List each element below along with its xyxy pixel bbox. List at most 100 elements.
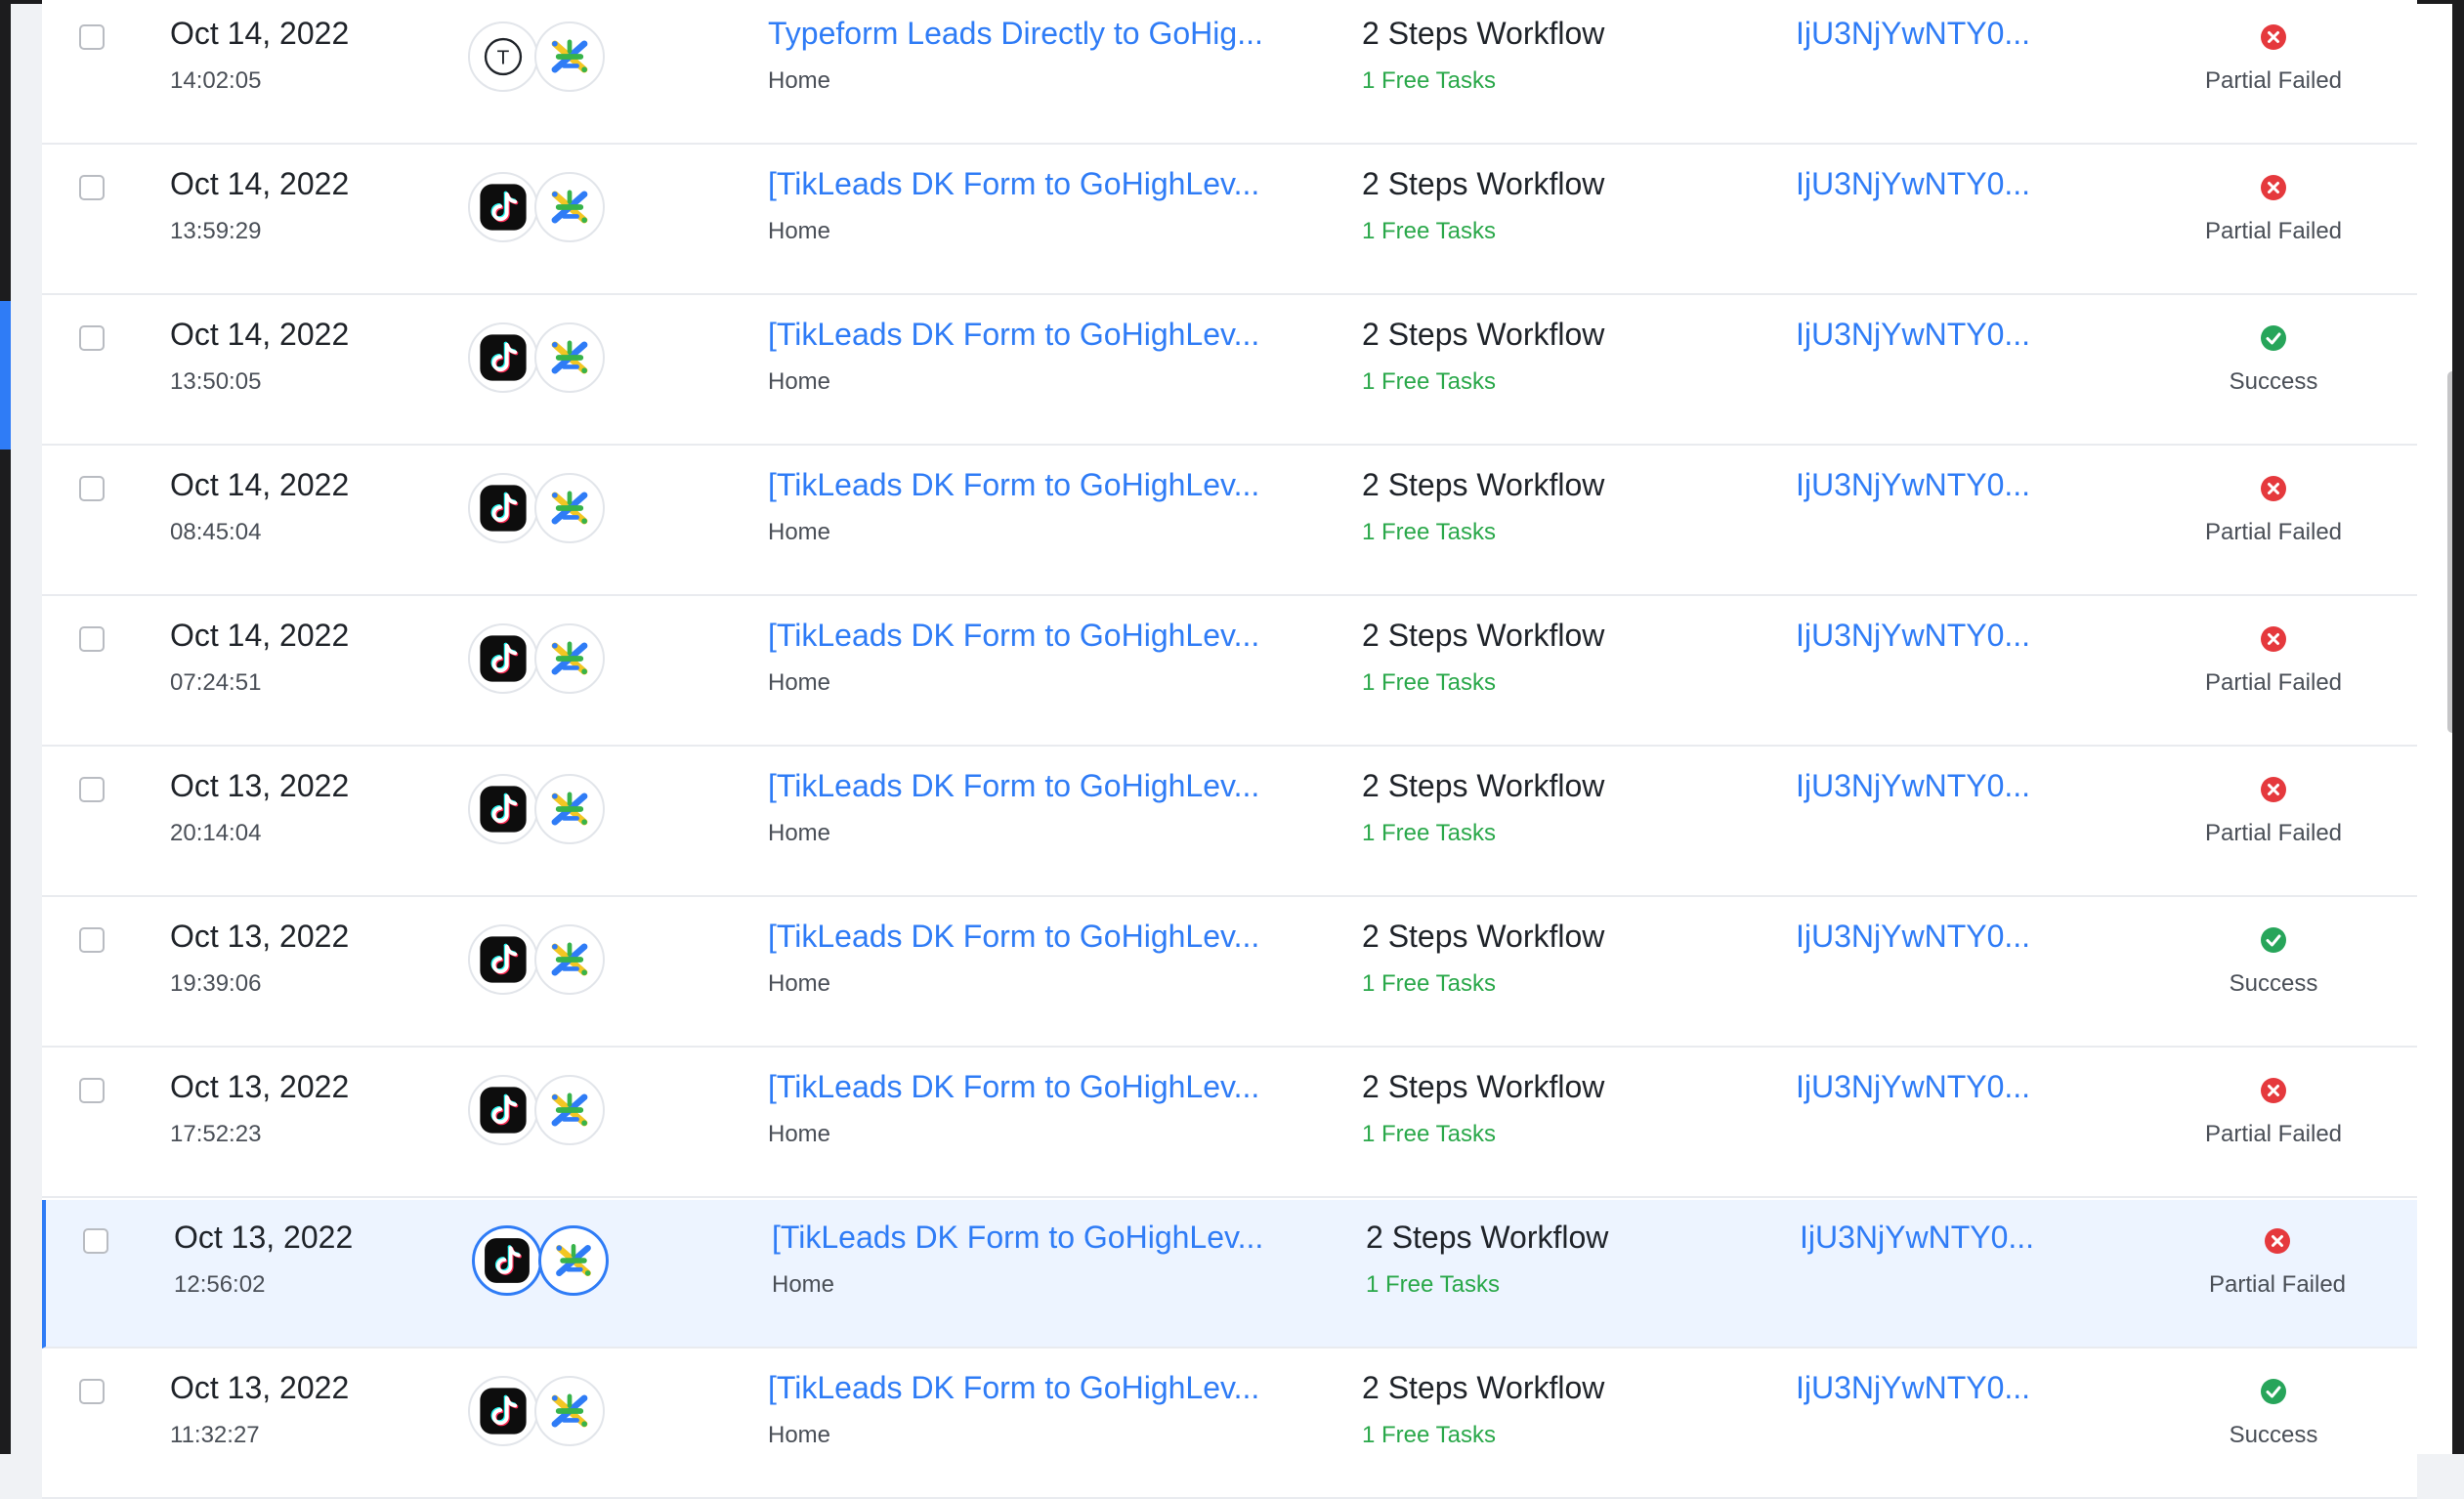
task-count: 1 Free Tasks	[1362, 519, 1496, 545]
workflow-name-link[interactable]: [TikLeads DK Form to GoHighLev...	[768, 467, 1259, 503]
tiktok-icon	[468, 322, 538, 393]
request-id-link[interactable]: IjU3NjYwNTY0...	[1796, 1069, 2030, 1105]
row-checkbox[interactable]	[79, 1379, 105, 1404]
status-label: Partial Failed	[2204, 218, 2343, 244]
task-count: 1 Free Tasks	[1366, 1271, 1500, 1298]
row-checkbox[interactable]	[79, 777, 105, 802]
workflow-folder: Home	[768, 368, 831, 395]
status-label: Partial Failed	[2208, 1271, 2347, 1298]
tiktok-icon	[468, 1075, 538, 1145]
workflow-name-link[interactable]: Typeform Leads Directly to GoHig...	[768, 16, 1263, 52]
request-id-link[interactable]: IjU3NjYwNTY0...	[1796, 618, 2030, 654]
workflow-folder: Home	[768, 1121, 831, 1147]
gohighlevel-icon	[534, 172, 605, 242]
gohighlevel-icon	[534, 623, 605, 694]
run-time: 17:52:23	[170, 1121, 262, 1147]
request-id-link[interactable]: IjU3NjYwNTY0...	[1800, 1220, 2034, 1256]
row-checkbox[interactable]	[79, 24, 105, 50]
task-count: 1 Free Tasks	[1362, 67, 1496, 94]
run-date: Oct 14, 2022	[170, 618, 350, 653]
table-row[interactable]: Oct 13, 2022 12:56:02 [TikLeads DK Form to…	[42, 1200, 2417, 1349]
run-time: 07:24:51	[170, 669, 262, 696]
request-id-link[interactable]: IjU3NjYwNTY0...	[1796, 317, 2030, 353]
tiktok-icon	[468, 774, 538, 844]
request-id-link[interactable]: IjU3NjYwNTY0...	[1796, 467, 2030, 503]
workflow-name-link[interactable]: [TikLeads DK Form to GoHighLev...	[768, 317, 1259, 353]
table-row[interactable]: Oct 14, 2022 08:45:04 [TikLeads DK Form to…	[42, 448, 2417, 596]
task-count: 1 Free Tasks	[1362, 970, 1496, 997]
typeform-icon: T	[468, 21, 538, 92]
success-check-icon	[2260, 1378, 2287, 1405]
workflow-folder: Home	[768, 970, 831, 997]
workflow-name-link[interactable]: [TikLeads DK Form to GoHighLev...	[768, 768, 1259, 804]
tiktok-icon	[472, 1225, 542, 1296]
gohighlevel-icon	[534, 924, 605, 995]
workflow-name-link[interactable]: [TikLeads DK Form to GoHighLev...	[768, 1370, 1259, 1406]
gohighlevel-icon	[538, 1225, 609, 1296]
run-time: 20:14:04	[170, 820, 262, 846]
task-count: 1 Free Tasks	[1362, 820, 1496, 846]
gohighlevel-icon	[534, 21, 605, 92]
run-time: 13:50:05	[170, 368, 262, 395]
row-checkbox[interactable]	[83, 1228, 108, 1254]
request-id-link[interactable]: IjU3NjYwNTY0...	[1796, 768, 2030, 804]
row-checkbox[interactable]	[79, 476, 105, 501]
row-checkbox[interactable]	[79, 175, 105, 200]
workflow-name-link[interactable]: [TikLeads DK Form to GoHighLev...	[768, 1069, 1259, 1105]
workflow-name-link[interactable]: [TikLeads DK Form to GoHighLev...	[768, 166, 1259, 202]
table-row[interactable]: Oct 13, 2022 17:52:23 [TikLeads DK Form to…	[42, 1049, 2417, 1198]
task-count: 1 Free Tasks	[1362, 1422, 1496, 1448]
workflow-name-link[interactable]: [TikLeads DK Form to GoHighLev...	[772, 1220, 1263, 1256]
request-id-link[interactable]: IjU3NjYwNTY0...	[1796, 919, 2030, 955]
success-check-icon	[2260, 324, 2287, 352]
table-row[interactable]: Oct 14, 2022 13:59:29 [TikLeads DK Form to…	[42, 147, 2417, 295]
request-id-link[interactable]: IjU3NjYwNTY0...	[1796, 1370, 2030, 1406]
row-checkbox[interactable]	[79, 626, 105, 652]
failed-x-icon	[2260, 475, 2287, 502]
workflow-steps: 2 Steps Workflow	[1362, 768, 1605, 803]
workflow-steps: 2 Steps Workflow	[1362, 16, 1605, 51]
run-time: 11:32:27	[170, 1422, 260, 1448]
request-id-link[interactable]: IjU3NjYwNTY0...	[1796, 166, 2030, 202]
window-right-edge	[2452, 0, 2464, 1454]
row-checkbox[interactable]	[79, 1078, 105, 1103]
workflow-history-table: Oct 14, 2022 14:02:05 T Typeform Leads Dire…	[42, 0, 2417, 1499]
sidebar-active-indicator	[0, 301, 11, 450]
table-row[interactable]: Oct 13, 2022 19:39:06 [TikLeads DK Form to…	[42, 899, 2417, 1048]
workflow-steps: 2 Steps Workflow	[1362, 1370, 1605, 1405]
workflow-name-link[interactable]: [TikLeads DK Form to GoHighLev...	[768, 919, 1259, 955]
failed-x-icon	[2260, 23, 2287, 51]
table-row[interactable]: Oct 13, 2022 20:14:04 [TikLeads DK Form to…	[42, 749, 2417, 897]
run-time: 08:45:04	[170, 519, 262, 545]
table-row[interactable]: Oct 14, 2022 14:02:05 T Typeform Leads Dire…	[42, 0, 2417, 145]
workflow-name-link[interactable]: [TikLeads DK Form to GoHighLev...	[768, 618, 1259, 654]
gohighlevel-icon	[534, 774, 605, 844]
table-row[interactable]: Oct 14, 2022 07:24:51 [TikLeads DK Form to…	[42, 598, 2417, 747]
status-label: Partial Failed	[2204, 67, 2343, 94]
workflow-steps: 2 Steps Workflow	[1362, 166, 1605, 201]
app-sidebar-edge	[0, 0, 11, 1454]
table-row[interactable]: Oct 14, 2022 13:50:05 [TikLeads DK Form to…	[42, 297, 2417, 446]
run-date: Oct 13, 2022	[170, 1069, 350, 1104]
row-checkbox[interactable]	[79, 325, 105, 351]
run-date: Oct 13, 2022	[174, 1220, 354, 1255]
table-row[interactable]: Oct 13, 2022 11:32:27 [TikLeads DK Form to…	[42, 1350, 2417, 1499]
workflow-folder: Home	[768, 1422, 831, 1448]
failed-x-icon	[2260, 174, 2287, 201]
failed-x-icon	[2260, 1077, 2287, 1104]
gohighlevel-icon	[534, 1075, 605, 1145]
workflow-steps: 2 Steps Workflow	[1362, 618, 1605, 653]
task-count: 1 Free Tasks	[1362, 218, 1496, 244]
request-id-link[interactable]: IjU3NjYwNTY0...	[1796, 16, 2030, 52]
status-label: Partial Failed	[2204, 669, 2343, 696]
workflow-steps: 2 Steps Workflow	[1362, 919, 1605, 954]
run-time: 19:39:06	[170, 970, 262, 997]
status-label: Partial Failed	[2204, 820, 2343, 846]
workflow-steps: 2 Steps Workflow	[1362, 317, 1605, 352]
status-label: Success	[2229, 970, 2318, 997]
row-checkbox[interactable]	[79, 927, 105, 953]
failed-x-icon	[2260, 776, 2287, 803]
gohighlevel-icon	[534, 322, 605, 393]
run-date: Oct 13, 2022	[170, 768, 350, 803]
run-date: Oct 14, 2022	[170, 317, 350, 352]
